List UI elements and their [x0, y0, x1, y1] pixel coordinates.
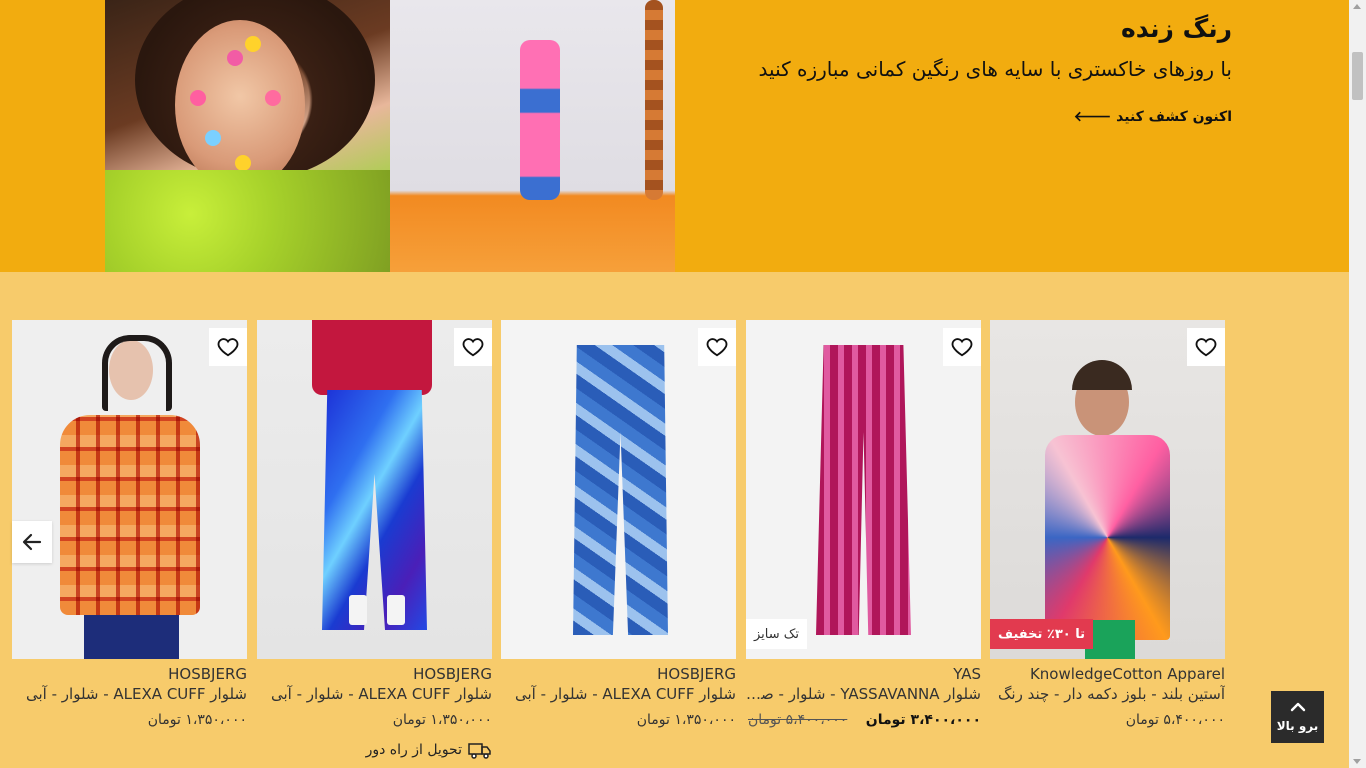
product-name[interactable]: آستین بلند - بلوز دکمه دار - چند رنگ — [998, 685, 1225, 703]
product-image[interactable] — [12, 320, 247, 659]
product-price: ۱،۳۵۰،۰۰۰ تومان — [147, 712, 247, 728]
product-name[interactable]: شلوار ALEXA CUFF - شلوار - آبی — [26, 685, 247, 703]
sale-price: ۳،۴۰۰،۰۰۰ تومان — [865, 712, 981, 728]
truck-icon — [468, 743, 491, 759]
product-name[interactable]: شلوار YASSAVANNA - شلوار - صو... — [746, 685, 981, 703]
delivery-label: تحویل از راه دور — [365, 742, 462, 758]
size-badge: تک سایز — [746, 619, 808, 649]
heart-icon — [217, 338, 239, 357]
favorite-button[interactable] — [943, 328, 981, 366]
product-brand: YAS — [953, 665, 981, 683]
product-brand: HOSBJERG — [168, 665, 247, 683]
product-price: ۳،۴۰۰،۰۰۰ تومان ۵،۴۰۰،۰۰۰ تومان — [748, 712, 981, 728]
scroll-down-arrow-icon[interactable] — [1353, 759, 1361, 764]
product-image[interactable]: تا ۳۰٪ تخفیف — [990, 320, 1225, 659]
carousel-prev-button[interactable] — [12, 521, 52, 563]
back-to-top-label: برو بالا — [1276, 719, 1319, 733]
product-image[interactable]: تک سایز — [746, 320, 981, 659]
favorite-button[interactable] — [1187, 328, 1225, 366]
heart-icon — [951, 338, 973, 357]
heart-icon — [462, 338, 484, 357]
hero-discover-link[interactable]: اکنون کشف کنید 🡐 — [1074, 108, 1232, 125]
hero-subtitle: با روزهای خاکستری با سایه های رنگین کمان… — [758, 57, 1232, 81]
discount-badge: تا ۳۰٪ تخفیف — [990, 619, 1094, 649]
product-price: ۱،۳۵۰،۰۰۰ تومان — [392, 712, 492, 728]
delivery-info: تحویل از راه دور — [366, 741, 492, 759]
favorite-button[interactable] — [698, 328, 736, 366]
hero-title: رنگ زنده — [1120, 14, 1232, 43]
hero-discover-label: اکنون کشف کنید — [1116, 109, 1232, 125]
heart-icon — [1195, 338, 1217, 357]
back-to-top-button[interactable]: برو بالا — [1271, 691, 1324, 743]
product-price: ۵،۴۰۰،۰۰۰ تومان — [1125, 712, 1225, 728]
favorite-button[interactable] — [454, 328, 492, 366]
original-price: ۵،۴۰۰،۰۰۰ تومان — [747, 712, 848, 728]
product-name[interactable]: شلوار ALEXA CUFF - شلوار - آبی — [515, 685, 736, 703]
product-name[interactable]: شلوار ALEXA CUFF - شلوار - آبی — [271, 685, 492, 703]
product-image[interactable] — [501, 320, 736, 659]
hero-image-face — [105, 0, 390, 272]
scroll-up-arrow-icon[interactable] — [1353, 4, 1361, 9]
chevron-up-icon — [1290, 702, 1305, 712]
product-brand: HOSBJERG — [413, 665, 492, 683]
scrollbar-thumb[interactable] — [1352, 52, 1363, 100]
hero-banner: رنگ زنده با روزهای خاکستری با سایه های ر… — [0, 0, 1349, 272]
product-card[interactable]: HOSBJERG شلوار ALEXA CUFF - شلوار - آبی … — [257, 320, 492, 760]
product-brand: HOSBJERG — [657, 665, 736, 683]
product-image[interactable] — [257, 320, 492, 659]
product-card[interactable]: تا ۳۰٪ تخفیف KnowledgeCotton Apparel آست… — [990, 320, 1225, 760]
page-scrollbar[interactable] — [1349, 0, 1366, 768]
product-card[interactable]: HOSBJERG شلوار ALEXA CUFF - شلوار - آبی … — [501, 320, 736, 760]
heart-icon — [706, 338, 728, 357]
product-card[interactable]: تک سایز YAS شلوار YASSAVANNA - شلوار - ص… — [746, 320, 981, 760]
favorite-button[interactable] — [209, 328, 247, 366]
arrow-left-icon — [22, 533, 42, 551]
product-brand: KnowledgeCotton Apparel — [1029, 665, 1225, 683]
hero-image-model — [390, 0, 675, 272]
product-price: ۱،۳۵۰،۰۰۰ تومان — [636, 712, 736, 728]
arrow-left-icon: 🡐 — [1073, 109, 1112, 125]
